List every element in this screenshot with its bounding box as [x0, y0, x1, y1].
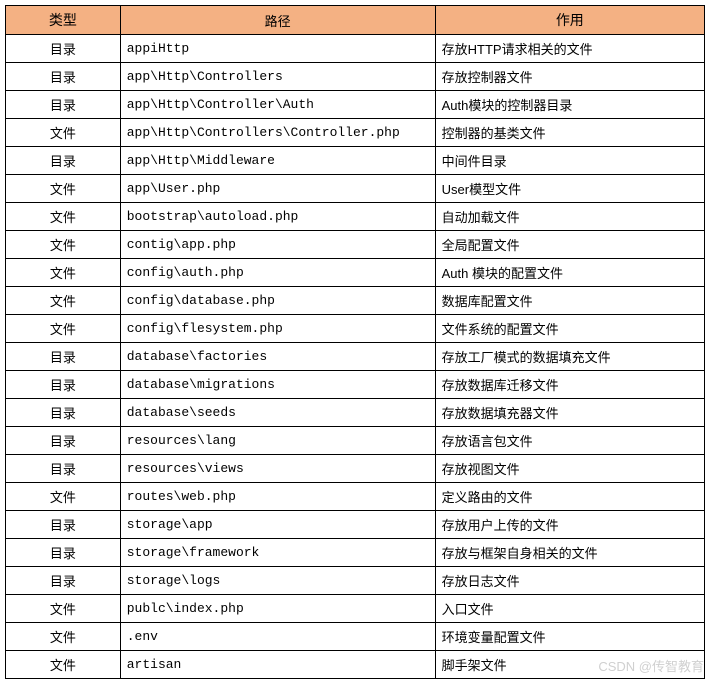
cell-path: database\factories — [120, 343, 435, 371]
cell-type: 文件 — [6, 259, 121, 287]
table-row: 目录appiHttp存放HTTP请求相关的文件 — [6, 35, 705, 63]
cell-type: 文件 — [6, 651, 121, 679]
cell-purpose: User模型文件 — [435, 175, 704, 203]
cell-type: 文件 — [6, 315, 121, 343]
cell-path: contig\app.php — [120, 231, 435, 259]
cell-type: 目录 — [6, 35, 121, 63]
cell-purpose: 数据库配置文件 — [435, 287, 704, 315]
table-row: 目录app\Http\Controller\AuthAuth模块的控制器目录 — [6, 91, 705, 119]
table-row: 目录storage\logs存放日志文件 — [6, 567, 705, 595]
cell-type: 目录 — [6, 427, 121, 455]
cell-purpose: 存放HTTP请求相关的文件 — [435, 35, 704, 63]
table-header-row: 类型 路径 作用 — [6, 6, 705, 35]
table-row: 文件config\auth.phpAuth 模块的配置文件 — [6, 259, 705, 287]
cell-purpose: 存放与框架自身相关的文件 — [435, 539, 704, 567]
cell-purpose: 存放数据填充器文件 — [435, 399, 704, 427]
file-structure-table: 类型 路径 作用 目录appiHttp存放HTTP请求相关的文件目录app\Ht… — [5, 5, 705, 679]
cell-purpose: 定义路由的文件 — [435, 483, 704, 511]
cell-path: app\User.php — [120, 175, 435, 203]
cell-path: app\Http\Controllers — [120, 63, 435, 91]
cell-type: 文件 — [6, 175, 121, 203]
table-row: 目录resources\lang存放语言包文件 — [6, 427, 705, 455]
cell-purpose: 中间件目录 — [435, 147, 704, 175]
cell-type: 目录 — [6, 63, 121, 91]
cell-type: 文件 — [6, 483, 121, 511]
cell-path: appiHttp — [120, 35, 435, 63]
cell-purpose: Auth 模块的配置文件 — [435, 259, 704, 287]
cell-purpose: 文件系统的配置文件 — [435, 315, 704, 343]
table-row: 目录storage\app存放用户上传的文件 — [6, 511, 705, 539]
cell-type: 文件 — [6, 595, 121, 623]
cell-type: 文件 — [6, 203, 121, 231]
cell-path: .env — [120, 623, 435, 651]
cell-path: app\Http\Controller\Auth — [120, 91, 435, 119]
cell-path: database\seeds — [120, 399, 435, 427]
cell-purpose: Auth模块的控制器目录 — [435, 91, 704, 119]
cell-purpose: 存放工厂模式的数据填充文件 — [435, 343, 704, 371]
cell-path: database\migrations — [120, 371, 435, 399]
header-purpose: 作用 — [435, 6, 704, 35]
cell-purpose: 脚手架文件 — [435, 651, 704, 679]
cell-type: 目录 — [6, 343, 121, 371]
cell-purpose: 存放数据库迁移文件 — [435, 371, 704, 399]
table-row: 目录app\Http\Middleware中间件目录 — [6, 147, 705, 175]
cell-purpose: 存放语言包文件 — [435, 427, 704, 455]
cell-type: 目录 — [6, 371, 121, 399]
table-row: 文件config\flesystem.php文件系统的配置文件 — [6, 315, 705, 343]
table-row: 目录resources\views存放视图文件 — [6, 455, 705, 483]
cell-path: storage\logs — [120, 567, 435, 595]
cell-type: 目录 — [6, 567, 121, 595]
table-row: 目录database\migrations存放数据库迁移文件 — [6, 371, 705, 399]
header-path: 路径 — [120, 6, 435, 35]
cell-purpose: 存放日志文件 — [435, 567, 704, 595]
table-row: 文件app\Http\Controllers\Controller.php控制器… — [6, 119, 705, 147]
cell-path: app\Http\Controllers\Controller.php — [120, 119, 435, 147]
cell-path: resources\views — [120, 455, 435, 483]
table-row: 文件app\User.phpUser模型文件 — [6, 175, 705, 203]
cell-path: bootstrap\autoload.php — [120, 203, 435, 231]
cell-purpose: 环境变量配置文件 — [435, 623, 704, 651]
cell-purpose: 控制器的基类文件 — [435, 119, 704, 147]
table-row: 文件routes\web.php定义路由的文件 — [6, 483, 705, 511]
cell-path: config\flesystem.php — [120, 315, 435, 343]
cell-path: resources\lang — [120, 427, 435, 455]
table-row: 文件config\database.php数据库配置文件 — [6, 287, 705, 315]
cell-type: 目录 — [6, 511, 121, 539]
cell-purpose: 全局配置文件 — [435, 231, 704, 259]
cell-purpose: 自动加载文件 — [435, 203, 704, 231]
cell-type: 文件 — [6, 119, 121, 147]
table-row: 文件contig\app.php全局配置文件 — [6, 231, 705, 259]
table-row: 目录app\Http\Controllers存放控制器文件 — [6, 63, 705, 91]
cell-purpose: 存放用户上传的文件 — [435, 511, 704, 539]
cell-purpose: 入口文件 — [435, 595, 704, 623]
cell-path: storage\framework — [120, 539, 435, 567]
table-row: 文件bootstrap\autoload.php自动加载文件 — [6, 203, 705, 231]
table-row: 文件.env环境变量配置文件 — [6, 623, 705, 651]
cell-type: 文件 — [6, 231, 121, 259]
cell-type: 目录 — [6, 455, 121, 483]
cell-path: publc\index.php — [120, 595, 435, 623]
header-type: 类型 — [6, 6, 121, 35]
cell-type: 文件 — [6, 287, 121, 315]
cell-purpose: 存放控制器文件 — [435, 63, 704, 91]
cell-path: config\auth.php — [120, 259, 435, 287]
cell-path: artisan — [120, 651, 435, 679]
cell-type: 目录 — [6, 399, 121, 427]
table-row: 目录storage\framework存放与框架自身相关的文件 — [6, 539, 705, 567]
cell-path: app\Http\Middleware — [120, 147, 435, 175]
table-row: 文件publc\index.php入口文件 — [6, 595, 705, 623]
table-row: 目录database\seeds存放数据填充器文件 — [6, 399, 705, 427]
cell-path: storage\app — [120, 511, 435, 539]
table-row: 文件artisan脚手架文件 — [6, 651, 705, 679]
cell-type: 目录 — [6, 91, 121, 119]
cell-path: routes\web.php — [120, 483, 435, 511]
cell-type: 目录 — [6, 147, 121, 175]
table-row: 目录database\factories存放工厂模式的数据填充文件 — [6, 343, 705, 371]
cell-type: 目录 — [6, 539, 121, 567]
cell-path: config\database.php — [120, 287, 435, 315]
cell-purpose: 存放视图文件 — [435, 455, 704, 483]
cell-type: 文件 — [6, 623, 121, 651]
